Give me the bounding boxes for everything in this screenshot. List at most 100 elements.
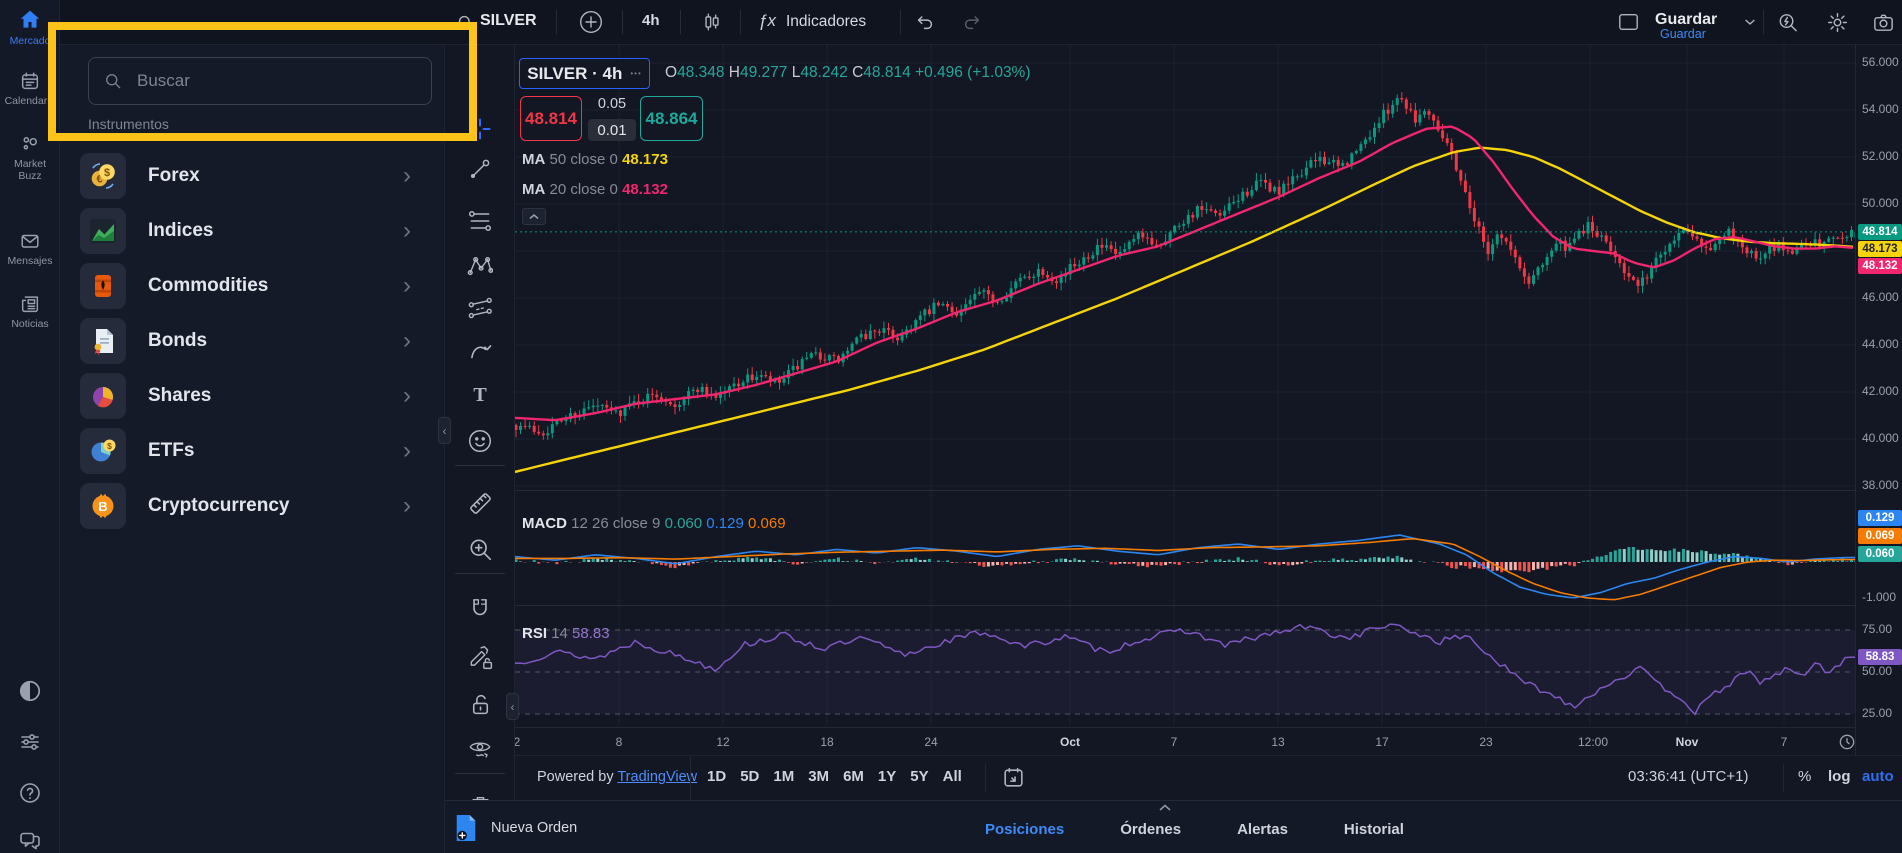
sidebar-help-button[interactable] [0, 781, 60, 805]
chevron-right-icon: › [403, 272, 411, 299]
toolbar-collapse-handle[interactable]: ‹ [506, 693, 519, 720]
undo-icon[interactable] [910, 7, 940, 37]
settings-gear-icon[interactable] [1822, 7, 1852, 37]
range-button-1d[interactable]: 1D [700, 764, 733, 789]
sidebar-item-noticias[interactable]: Noticias [0, 293, 60, 330]
sidebar-chat-button[interactable] [0, 828, 60, 852]
sidebar-item-calendario[interactable]: Calendario [0, 70, 60, 107]
crosshair-tool[interactable] [455, 111, 505, 147]
rsi-tick: 75.00 [1862, 622, 1893, 636]
emoji-tool[interactable] [455, 423, 505, 459]
text-tool[interactable]: T [455, 377, 505, 413]
time-axis[interactable]: 2 8 12 18 24 Oct 7 13 17 23 12:00 Nov 7 [514, 727, 1857, 755]
price-label-chip: 0.060 [1858, 546, 1902, 562]
fx-icon[interactable]: ƒx [758, 11, 776, 31]
legend-menu-dots-icon[interactable]: ••• [630, 69, 641, 78]
tab-historial[interactable]: Historial [1344, 821, 1404, 838]
compare-add-icon[interactable] [576, 7, 606, 37]
svg-text:$: $ [107, 441, 112, 451]
layout-icon[interactable] [1613, 7, 1643, 37]
new-order-button[interactable]: Nueva Orden [453, 813, 577, 843]
log-scale-button[interactable]: log [1828, 768, 1851, 785]
sidebar-item-market-buzz[interactable]: Market Buzz [0, 133, 60, 182]
chevron-right-icon: › [403, 162, 411, 189]
zoom-in-tool[interactable] [455, 531, 505, 567]
chart-canvas[interactable] [515, 45, 1855, 725]
symbol-search-icon[interactable] [450, 7, 480, 37]
sidebar-item-mercado[interactable]: Mercado [0, 8, 60, 47]
brush-tool[interactable] [455, 333, 505, 369]
trendline-tool[interactable] [455, 151, 505, 187]
price-label-chip: 48.173 [1858, 241, 1902, 257]
chevron-down-icon[interactable] [1735, 7, 1765, 37]
time-tick: 24 [924, 735, 938, 749]
chart-style-icon[interactable] [697, 7, 727, 37]
time-tick: Oct [1059, 735, 1080, 749]
lock-tool[interactable] [455, 686, 505, 722]
edit-lock-tool[interactable] [455, 639, 505, 675]
indicators-button[interactable]: Indicadores [786, 13, 866, 31]
instrument-item-forex[interactable]: € $ Forex › [80, 151, 425, 201]
sidebar-theme-button[interactable] [0, 678, 60, 704]
projection-tool[interactable] [455, 290, 505, 326]
sidebar-item-mensajes[interactable]: Mensajes [0, 230, 60, 267]
symbol-button[interactable]: SILVER [480, 12, 537, 30]
range-button-1y[interactable]: 1Y [871, 764, 903, 789]
range-button-all[interactable]: All [936, 764, 969, 789]
buy-button[interactable]: 48.864 [640, 96, 703, 141]
range-button-5y[interactable]: 5Y [903, 764, 935, 789]
instrument-item-etfs[interactable]: $ ETFs › [80, 426, 425, 476]
instrument-item-commodities[interactable]: Commodities › [80, 261, 425, 311]
percent-scale-button[interactable]: % [1798, 768, 1811, 785]
camera-icon[interactable] [1868, 7, 1898, 37]
price-tick: 54.000 [1862, 102, 1899, 116]
tab-posiciones[interactable]: Posiciones [985, 821, 1064, 838]
ruler-tool[interactable] [455, 485, 505, 521]
clock-label[interactable]: 03:36:41 (UTC+1) [1628, 768, 1748, 785]
magnet-tool[interactable] [455, 591, 505, 627]
sliders-icon [18, 730, 42, 754]
tab-órdenes[interactable]: Órdenes [1120, 821, 1181, 838]
parallel-lines-tool[interactable] [455, 203, 505, 239]
legend-symbol: SILVER · 4h [527, 63, 623, 83]
chart-area[interactable]: SILVER · 4h ••• O48.348 H49.277 L48.242 … [514, 45, 1857, 755]
instrument-item-indices[interactable]: Indices › [80, 206, 425, 256]
instrument-item-cryptocurrency[interactable]: B Cryptocurrency › [80, 481, 425, 531]
etfs-icon: $ [80, 428, 126, 474]
time-tick: 23 [1479, 735, 1493, 749]
xabcd-pattern-tool[interactable] [455, 247, 505, 283]
toolbar-separator [455, 573, 505, 574]
chevron-right-icon: › [403, 382, 411, 409]
goto-date-icon[interactable] [1001, 765, 1026, 790]
range-button-1m[interactable]: 1M [766, 764, 801, 789]
interval-button[interactable]: 4h [642, 12, 660, 29]
macd-legend: MACD 12 26 close 9 0.060 0.129 0.069 [522, 515, 786, 532]
legend-symbol-box[interactable]: SILVER · 4h ••• [519, 58, 650, 89]
hide-tool[interactable] [455, 731, 505, 767]
sell-button[interactable]: 48.814 [520, 96, 582, 141]
auto-scale-button[interactable]: auto [1862, 768, 1894, 785]
instrument-item-shares[interactable]: Shares › [80, 371, 425, 421]
range-button-3m[interactable]: 3M [801, 764, 836, 789]
panel-collapse-handle[interactable]: ‹ [438, 417, 451, 444]
quick-search-icon[interactable] [1772, 7, 1802, 37]
ma20-legend: MA 20 close 0 48.132 [522, 181, 668, 198]
sidebar-preferences-button[interactable] [0, 730, 60, 754]
search-box[interactable] [88, 57, 432, 105]
price-tick: 40.000 [1862, 431, 1899, 445]
redo-icon[interactable] [957, 7, 987, 37]
timezone-clock-icon[interactable] [1837, 732, 1857, 752]
range-button-6m[interactable]: 6M [836, 764, 871, 789]
search-input[interactable] [135, 70, 395, 92]
tradingview-link[interactable]: TradingView [617, 769, 697, 785]
instrument-item-bonds[interactable]: Bonds › [80, 316, 425, 366]
time-tick: 12 [716, 735, 730, 749]
price-label-chip: 48.814 [1858, 224, 1902, 240]
indices-icon [80, 208, 126, 254]
chevron-right-icon: › [403, 327, 411, 354]
price-axis[interactable]: 56.000 54.000 52.000 50.000 46.000 44.000 42.0… [1855, 45, 1902, 755]
panel-expand-chevron[interactable] [1158, 803, 1172, 812]
legend-collapse-chevron[interactable] [522, 208, 546, 225]
tab-alertas[interactable]: Alertas [1237, 821, 1288, 838]
range-button-5d[interactable]: 5D [733, 764, 766, 789]
